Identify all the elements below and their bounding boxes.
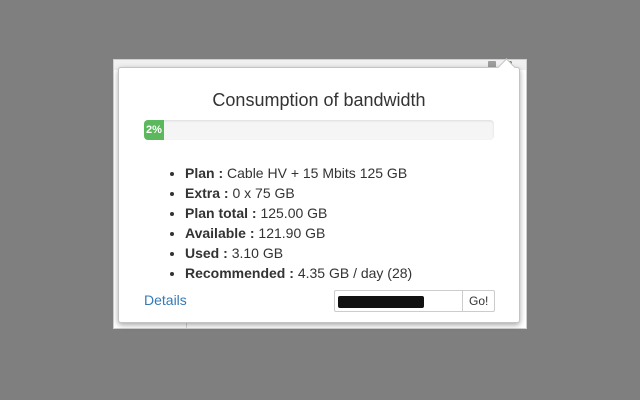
stat-label: Plan total : bbox=[185, 205, 257, 221]
stat-used: Used : 3.10 GB bbox=[185, 243, 412, 263]
stat-value: 4.35 GB / day (28) bbox=[297, 265, 413, 281]
stat-recommended: Recommended : 4.35 GB / day (28) bbox=[185, 263, 412, 283]
usage-progress-fill: 2% bbox=[144, 120, 164, 140]
go-button[interactable]: Go! bbox=[462, 290, 496, 312]
usage-progress-bar: 2% bbox=[144, 120, 494, 140]
stat-label: Available : bbox=[185, 225, 255, 241]
stat-plan-total: Plan total : 125.00 GB bbox=[185, 203, 412, 223]
stat-value: 3.10 GB bbox=[231, 245, 284, 261]
stat-value: 121.90 GB bbox=[258, 225, 326, 241]
usage-stats-list: Plan : Cable HV + 15 Mbits 125 GB Extra … bbox=[167, 163, 412, 283]
stat-plan: Plan : Cable HV + 15 Mbits 125 GB bbox=[185, 163, 412, 183]
stat-value: 125.00 GB bbox=[260, 205, 328, 221]
stat-label: Plan : bbox=[185, 165, 224, 181]
stat-value: Cable HV + 15 Mbits 125 GB bbox=[227, 165, 408, 181]
details-link[interactable]: Details bbox=[144, 292, 187, 308]
stat-label: Recommended : bbox=[185, 265, 294, 281]
popup-title: Consumption of bandwidth bbox=[212, 90, 426, 110]
redacted-text bbox=[338, 296, 424, 308]
account-input-group: Go! bbox=[334, 290, 496, 312]
stat-available: Available : 121.90 GB bbox=[185, 223, 412, 243]
account-input[interactable] bbox=[334, 290, 462, 312]
stat-extra: Extra : 0 x 75 GB bbox=[185, 183, 412, 203]
stat-label: Used : bbox=[185, 245, 228, 261]
stat-value: 0 x 75 GB bbox=[232, 185, 295, 201]
stat-label: Extra : bbox=[185, 185, 229, 201]
extension-popup: Consumption of bandwidth 2% Plan : Cable… bbox=[118, 58, 520, 323]
